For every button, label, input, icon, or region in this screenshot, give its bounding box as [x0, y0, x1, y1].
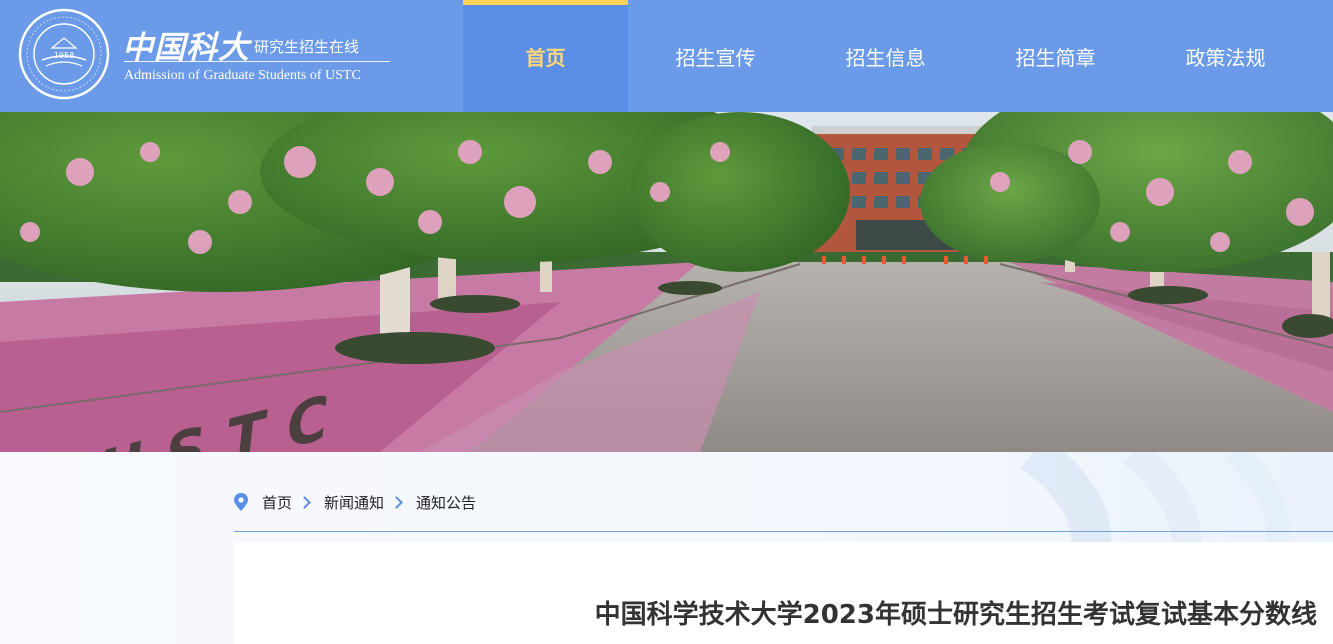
- breadcrumb-news[interactable]: 新闻通知: [324, 492, 384, 513]
- seal-year: 1958: [54, 51, 74, 60]
- content-area: 首页 新闻通知 通知公告 中国科学技术大学2023年硕士研究生招生考试复试基本分…: [0, 452, 1333, 644]
- breadcrumb: 首页 新闻通知 通知公告: [234, 490, 476, 514]
- nav-item-promotion[interactable]: 招生宣传: [633, 0, 798, 112]
- nav-item-admission-info[interactable]: 招生信息: [803, 0, 968, 112]
- chevron-right-icon: [298, 495, 311, 509]
- site-header: 1958 中国科大 研究生招生在线 Admission of Graduate …: [0, 0, 1333, 112]
- ustc-seal-icon: 1958: [18, 8, 110, 100]
- campus-banner-image: USTC: [0, 112, 1333, 452]
- nav-item-home[interactable]: 首页: [463, 0, 628, 112]
- brand-subtitle: 研究生招生在线: [254, 38, 360, 56]
- breadcrumb-announcements[interactable]: 通知公告: [416, 492, 476, 513]
- brand-name-en: Admission of Graduate Students of USTC: [124, 68, 361, 83]
- breadcrumb-divider: [234, 531, 1333, 532]
- location-pin-icon: [234, 493, 248, 511]
- brand-divider: [124, 61, 390, 62]
- nav-item-brochure[interactable]: 招生简章: [973, 0, 1138, 112]
- article-card: 中国科学技术大学2023年硕士研究生招生考试复试基本分数线: [234, 542, 1333, 644]
- nav-item-policies[interactable]: 政策法规: [1143, 0, 1308, 112]
- breadcrumb-home[interactable]: 首页: [262, 492, 292, 513]
- chevron-right-icon: [390, 495, 403, 509]
- main-nav: 首页 招生宣传 招生信息 招生简章 政策法规: [463, 0, 1313, 112]
- article-title: 中国科学技术大学2023年硕士研究生招生考试复试基本分数线: [594, 600, 1317, 630]
